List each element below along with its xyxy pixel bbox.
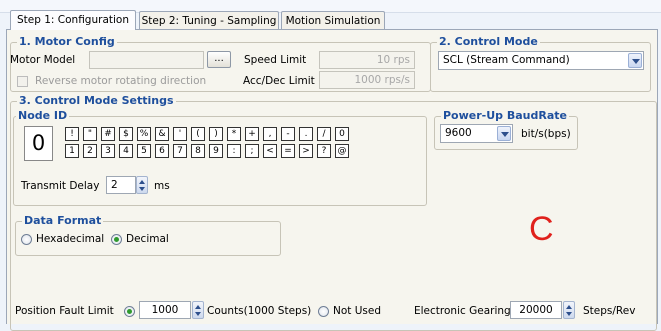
- tab-configuration[interactable]: Step 1: Configuration: [10, 10, 136, 30]
- motor-config-title: 1. Motor Config: [17, 35, 117, 48]
- transmit-delay-unit: ms: [154, 180, 170, 192]
- node-id-key[interactable]: ?: [317, 144, 331, 158]
- node-id-key[interactable]: +: [245, 127, 259, 141]
- motor-model-label: Motor Model: [10, 54, 76, 66]
- speed-limit-field[interactable]: 10 rps: [319, 51, 415, 69]
- node-id-key[interactable]: 1: [65, 144, 79, 158]
- node-id-key[interactable]: ): [209, 127, 223, 141]
- motor-model-field[interactable]: [89, 51, 204, 69]
- baudrate-title: Power-Up BaudRate: [441, 109, 569, 122]
- accdec-limit-label: Acc/Dec Limit: [243, 75, 315, 87]
- node-id-key[interactable]: 9: [209, 144, 223, 158]
- node-id-key[interactable]: >: [299, 144, 313, 158]
- node-id-key[interactable]: 2: [83, 144, 97, 158]
- position-fault-radio[interactable]: [124, 306, 135, 317]
- electronic-gearing-unit: Steps/Rev: [583, 305, 636, 317]
- annotation-letter: C: [529, 210, 554, 248]
- control-mode-select[interactable]: SCL (Stream Command): [438, 51, 644, 70]
- node-id-key[interactable]: ': [173, 127, 187, 141]
- node-id-key[interactable]: -: [281, 127, 295, 141]
- chevron-down-icon[interactable]: [628, 53, 642, 68]
- electronic-gearing-spinner[interactable]: [563, 301, 575, 319]
- node-id-key[interactable]: 7: [173, 144, 187, 158]
- node-id-key[interactable]: %: [137, 127, 151, 141]
- electronic-gearing-label: Electronic Gearing: [414, 305, 511, 317]
- not-used-radio[interactable]: [318, 306, 329, 317]
- reverse-direction-checkbox[interactable]: [17, 76, 28, 87]
- node-id-key[interactable]: /: [317, 127, 331, 141]
- node-id-key[interactable]: ": [83, 127, 97, 141]
- hexadecimal-radio[interactable]: [21, 234, 32, 245]
- transmit-delay-label: Transmit Delay: [21, 180, 100, 192]
- baudrate-value: 9600: [445, 127, 472, 139]
- node-id-key[interactable]: 4: [119, 144, 133, 158]
- chevron-down-icon[interactable]: [497, 126, 511, 141]
- node-id-title: Node ID: [16, 109, 70, 122]
- node-id-key[interactable]: :: [227, 144, 241, 158]
- position-fault-field[interactable]: 1000: [139, 301, 191, 319]
- node-id-key[interactable]: 8: [191, 144, 205, 158]
- browse-motor-button[interactable]: ...: [207, 51, 231, 68]
- position-fault-label: Position Fault Limit: [15, 305, 114, 317]
- baudrate-select[interactable]: 9600: [440, 124, 513, 143]
- baudrate-unit: bit/s(bps): [521, 128, 571, 140]
- node-id-key[interactable]: .: [299, 127, 313, 141]
- node-id-key[interactable]: 5: [137, 144, 151, 158]
- electronic-gearing-field[interactable]: 20000: [510, 301, 562, 319]
- node-id-key[interactable]: !: [65, 127, 79, 141]
- node-id-key[interactable]: ;: [245, 144, 259, 158]
- speed-limit-label: Speed Limit: [244, 54, 307, 66]
- decimal-radio[interactable]: [111, 234, 122, 245]
- reverse-direction-label: Reverse motor rotating direction: [35, 75, 207, 87]
- node-id-key[interactable]: #: [101, 127, 115, 141]
- node-id-key[interactable]: ,: [263, 127, 277, 141]
- node-id-key[interactable]: (: [191, 127, 205, 141]
- position-fault-unit: Counts(1000 Steps): [207, 305, 312, 317]
- node-id-key[interactable]: 0: [335, 127, 349, 141]
- control-mode-title: 2. Control Mode: [437, 35, 540, 48]
- node-id-key[interactable]: @: [335, 144, 349, 158]
- not-used-label: Not Used: [333, 305, 382, 317]
- node-id-key[interactable]: =: [281, 144, 295, 158]
- tab-motion-simulation[interactable]: Motion Simulation: [281, 11, 385, 29]
- node-id-key[interactable]: *: [227, 127, 241, 141]
- decimal-label: Decimal: [126, 233, 169, 245]
- node-id-key[interactable]: <: [263, 144, 277, 158]
- transmit-delay-field[interactable]: 2: [106, 176, 136, 194]
- hexadecimal-label: Hexadecimal: [36, 233, 105, 245]
- node-id-key[interactable]: 6: [155, 144, 169, 158]
- configuration-panel: 1. Motor Config Motor Model ... Speed Li…: [6, 29, 658, 331]
- node-id-key[interactable]: 3: [101, 144, 115, 158]
- transmit-delay-spinner[interactable]: [136, 176, 148, 194]
- control-settings-title: 3. Control Mode Settings: [17, 94, 176, 107]
- data-format-title: Data Format: [22, 214, 104, 227]
- node-id-display: 0: [24, 126, 53, 161]
- tab-tuning-sampling[interactable]: Step 2: Tuning - Sampling: [139, 11, 279, 29]
- node-id-key[interactable]: $: [119, 127, 133, 141]
- node-id-key[interactable]: &: [155, 127, 169, 141]
- position-fault-spinner[interactable]: [192, 301, 204, 319]
- control-mode-value: SCL (Stream Command): [443, 54, 570, 66]
- accdec-limit-field[interactable]: 1000 rps/s: [319, 71, 415, 89]
